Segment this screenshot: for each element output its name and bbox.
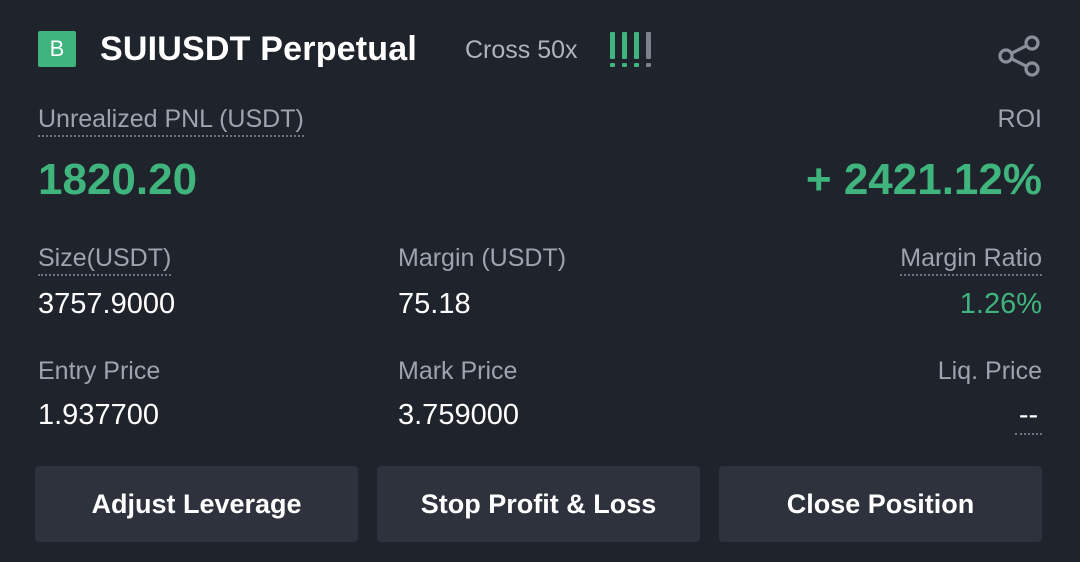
- share-icon[interactable]: [996, 32, 1044, 80]
- unrealized-pnl-value: 1820.20: [38, 155, 198, 204]
- side-badge: B: [38, 31, 76, 67]
- roi-label: ROI: [997, 105, 1042, 133]
- risk-level-indicator: [610, 32, 651, 68]
- margin-value: 75.18: [398, 288, 471, 320]
- adjust-leverage-button[interactable]: Adjust Leverage: [35, 466, 358, 542]
- risk-bar: [634, 32, 639, 68]
- risk-bar: [646, 32, 651, 68]
- entry-price-label: Entry Price: [38, 357, 161, 385]
- mark-price-value: 3.759000: [398, 399, 519, 431]
- liq-price-value[interactable]: --: [1015, 398, 1042, 435]
- unrealized-pnl-label[interactable]: Unrealized PNL (USDT): [38, 104, 304, 137]
- size-value: 3757.9000: [38, 288, 176, 320]
- margin-ratio-label[interactable]: Margin Ratio: [900, 243, 1042, 276]
- margin-ratio-value: 1.26%: [959, 288, 1042, 320]
- liq-price-label: Liq. Price: [937, 357, 1042, 385]
- roi-value: + 2421.12%: [805, 155, 1042, 204]
- position-header: B SUIUSDT Perpetual Cross 50x: [38, 30, 1044, 77]
- mark-price-label: Mark Price: [398, 357, 518, 385]
- risk-bar: [610, 32, 615, 68]
- size-label[interactable]: Size(USDT): [38, 243, 172, 276]
- risk-bar: [622, 32, 627, 68]
- close-position-button[interactable]: Close Position: [719, 466, 1042, 542]
- stop-profit-loss-button[interactable]: Stop Profit & Loss: [377, 466, 700, 542]
- margin-mode-label: Cross 50x: [465, 36, 578, 64]
- entry-price-value: 1.937700: [38, 399, 159, 431]
- margin-label: Margin (USDT): [398, 244, 567, 272]
- symbol-title[interactable]: SUIUSDT Perpetual: [100, 30, 417, 68]
